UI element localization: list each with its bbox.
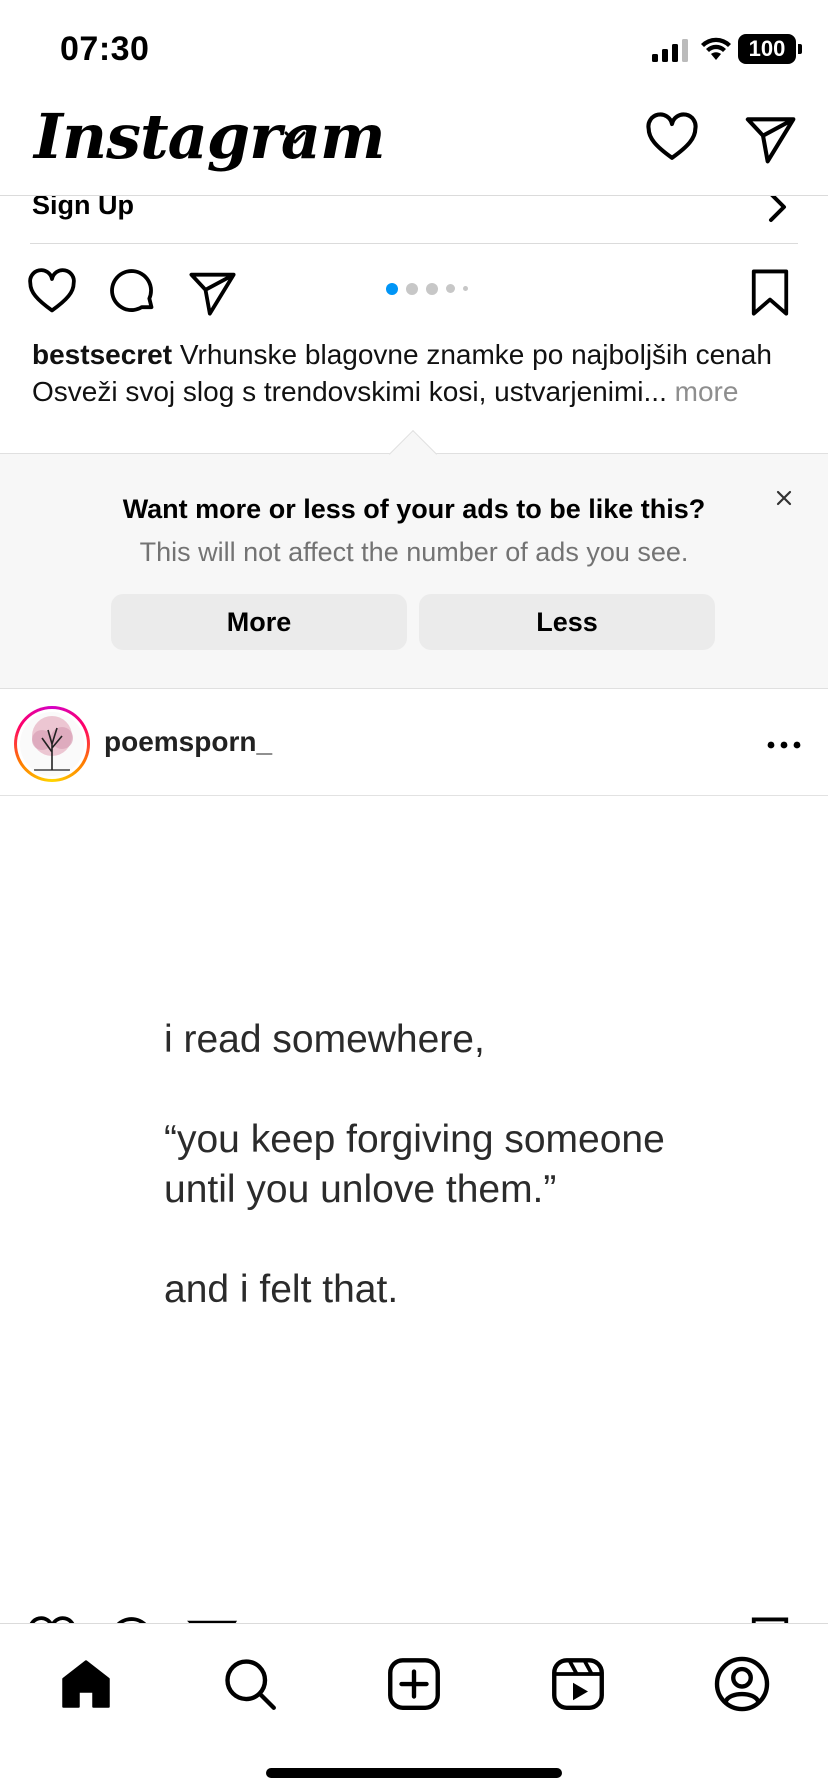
panel-pointer — [388, 429, 438, 479]
app-header: Instagram — [0, 100, 828, 196]
post-caption: bestsecret Vrhunske blagovne znamke po n… — [32, 336, 802, 410]
close-icon[interactable] — [772, 486, 796, 510]
less-ads-button[interactable]: Less — [419, 594, 715, 650]
ad-feedback-panel: Want more or less of your ads to be like… — [0, 429, 828, 689]
heart-icon[interactable] — [644, 110, 700, 166]
feedback-subtitle: This will not affect the number of ads y… — [139, 537, 689, 567]
avatar — [20, 712, 84, 776]
post-username[interactable]: poemsporn_ — [104, 726, 272, 758]
story-ring[interactable] — [14, 706, 90, 782]
reels-icon[interactable] — [548, 1654, 608, 1714]
caption-more-link[interactable]: more — [675, 376, 739, 407]
post-header: poemsporn_ — [0, 690, 828, 796]
like-heart-icon[interactable] — [26, 266, 78, 318]
wifi-icon — [701, 37, 731, 60]
post-image[interactable]: i read somewhere, “you keep forgiving so… — [0, 797, 828, 1623]
carousel-dot — [386, 282, 398, 295]
chevron-down-icon[interactable] — [280, 122, 310, 152]
status-bar: 07:30 100 — [0, 0, 828, 100]
instagram-logo[interactable]: Instagram — [34, 100, 386, 173]
tree-avatar-image — [32, 716, 73, 771]
more-ads-button[interactable]: More — [111, 594, 407, 650]
carousel-dot — [426, 282, 438, 295]
feedback-title: Want more or less of your ads to be like… — [122, 494, 706, 524]
caption-username[interactable]: bestsecret — [32, 339, 172, 370]
more-options-icon[interactable] — [766, 740, 802, 750]
direct-message-icon[interactable] — [742, 110, 798, 166]
create-post-icon[interactable] — [384, 1654, 444, 1714]
post-quote-text: i read somewhere, “you keep forgiving so… — [164, 1018, 665, 1311]
home-icon[interactable] — [56, 1654, 116, 1714]
carousel-indicator — [386, 280, 476, 298]
share-icon[interactable] — [186, 266, 238, 318]
next-action-row — [0, 1600, 828, 1624]
home-indicator — [266, 1768, 562, 1778]
carousel-dot — [463, 286, 468, 292]
status-time: 07:30 — [60, 30, 150, 68]
comment-icon[interactable] — [106, 266, 158, 318]
carousel-dot — [406, 282, 418, 295]
profile-icon[interactable] — [712, 1654, 772, 1714]
bookmark-icon[interactable] — [744, 266, 796, 318]
bottom-tab-bar — [0, 1623, 828, 1792]
search-icon[interactable] — [220, 1654, 280, 1714]
signal-icon — [652, 39, 688, 62]
signup-cta-row[interactable]: Sign Up — [30, 190, 798, 244]
battery-icon: 100 — [738, 34, 802, 64]
carousel-dot — [446, 284, 455, 294]
